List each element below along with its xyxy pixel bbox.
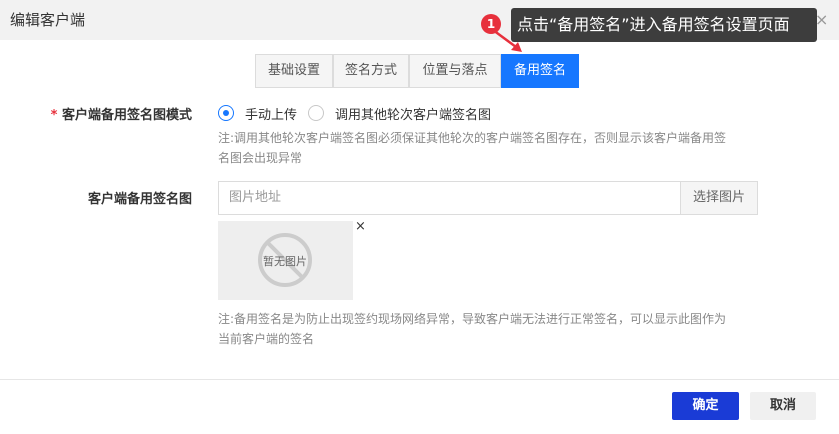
tab-backup-signature[interactable]: 备用签名 (501, 54, 579, 88)
image-note: 注:备用签名是为防止出现签约现场网络异常，导致客户端无法进行正常签名，可以显示此… (218, 309, 726, 349)
radio-other-round[interactable] (308, 105, 324, 121)
no-image-icon: 暂无图片 (258, 233, 312, 287)
tab-signature-method[interactable]: 签名方式 (333, 54, 409, 88)
image-preview: 暂无图片 (218, 221, 353, 300)
mode-note: 注:调用其他轮次客户端签名图必须保证其他轮次的客户端签名图存在，否则显示该客户端… (218, 128, 726, 168)
image-note-line-1: 注:备用签名是为防止出现签约现场网络异常，导致客户端无法进行正常签名，可以显示此… (218, 312, 727, 326)
mode-field-label: * 客户端备用签名图模式 (40, 104, 192, 123)
footer-divider (0, 379, 839, 380)
mode-field-label-text: 客户端备用签名图模式 (61, 108, 192, 123)
radio-manual-upload-label[interactable]: 手动上传 (245, 104, 297, 123)
tab-position-landing[interactable]: 位置与落点 (409, 54, 501, 88)
mode-note-line-1: 注:调用其他轮次客户端签名图必须保证其他轮次的客户端签名图存在，否则显示该客户端… (218, 131, 727, 145)
tab-basic-settings[interactable]: 基础设置 (255, 54, 333, 88)
image-url-input[interactable]: 图片地址 (218, 181, 681, 215)
no-image-text: 暂无图片 (263, 255, 307, 268)
close-icon[interactable]: × (815, 10, 828, 29)
image-field-label: 客户端备用签名图 (87, 192, 192, 207)
remove-image-icon[interactable]: × (355, 219, 366, 234)
cancel-button[interactable]: 取消 (750, 392, 816, 420)
image-note-line-2: 当前客户端的签名 (218, 332, 315, 346)
confirm-button[interactable]: 确定 (672, 392, 739, 420)
radio-other-round-label[interactable]: 调用其他轮次客户端签名图 (335, 104, 491, 123)
radio-manual-upload[interactable] (218, 105, 234, 121)
tooltip-callout: 点击“备用签名”进入备用签名设置页面 (511, 8, 817, 42)
dialog-title: 编辑客户端 (10, 11, 86, 29)
arrow-icon (492, 28, 522, 52)
mode-note-line-2: 名图会出现异常 (218, 151, 303, 165)
select-image-button[interactable]: 选择图片 (680, 181, 758, 215)
required-mark: * (50, 108, 58, 123)
